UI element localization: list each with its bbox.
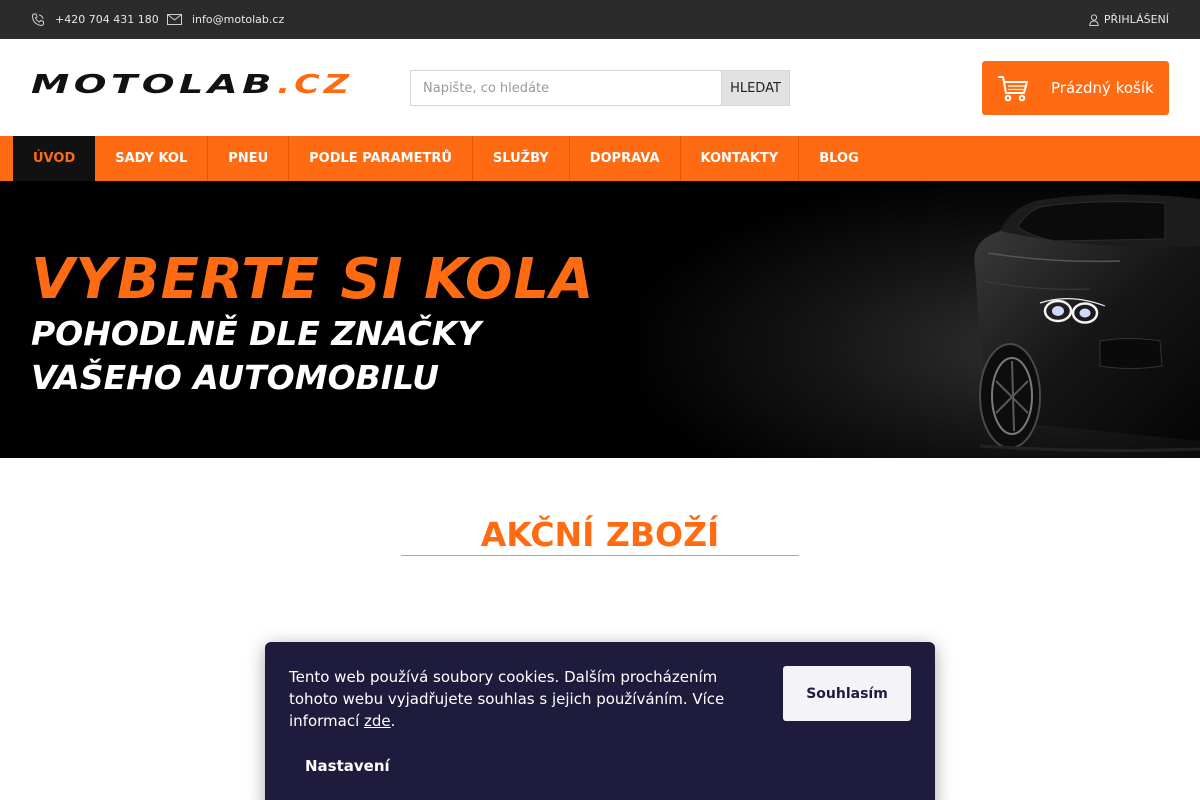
nav-item-podle-parametru[interactable]: PODLE PARAMETRŮ bbox=[289, 136, 473, 181]
car-image bbox=[940, 191, 1200, 458]
login-link[interactable]: PŘIHLÁŠENÍ bbox=[1089, 0, 1169, 39]
cart-label: Prázdný košík bbox=[1051, 79, 1154, 97]
phone-number: +420 704 431 180 bbox=[55, 13, 159, 26]
nav-item-sady-kol[interactable]: SADY KOL bbox=[95, 136, 209, 181]
user-icon bbox=[1089, 13, 1099, 26]
envelope-icon bbox=[167, 14, 182, 25]
main-nav: ÚVOD SADY KOL PNEU PODLE PARAMETRŮ SLUŽB… bbox=[0, 136, 1200, 181]
search-form: HLEDAT bbox=[410, 70, 790, 106]
svg-text:.CZ: .CZ bbox=[277, 71, 353, 100]
cookie-settings-button[interactable]: Nastavení bbox=[305, 757, 390, 775]
cookie-info-link[interactable]: zde bbox=[364, 712, 391, 730]
cookie-message: Tento web používá soubory cookies. Další… bbox=[289, 668, 725, 730]
nav-item-sluzby[interactable]: SLUŽBY bbox=[473, 136, 570, 181]
banner-headline: VYBERTE SI KOLA bbox=[31, 247, 595, 312]
cart-button[interactable]: Prázdný košík bbox=[982, 61, 1169, 115]
search-input[interactable] bbox=[410, 70, 721, 106]
cookie-banner: Tento web používá soubory cookies. Další… bbox=[265, 642, 935, 800]
header: MOTOLAB .CZ HLEDAT Prázdný košík bbox=[0, 39, 1200, 136]
hero-banner[interactable]: VYBERTE SI KOLA POHODLNĚ DLE ZNAČKY VAŠE… bbox=[0, 181, 1200, 458]
nav-item-pneu[interactable]: PNEU bbox=[208, 136, 290, 181]
cookie-agree-button[interactable]: Souhlasím bbox=[783, 666, 911, 721]
login-label: PŘIHLÁŠENÍ bbox=[1103, 13, 1169, 26]
nav-item-doprava[interactable]: DOPRAVA bbox=[570, 136, 681, 181]
section-title: AKČNÍ ZBOŽÍ bbox=[401, 515, 799, 556]
nav-item-kontakty[interactable]: KONTAKTY bbox=[681, 136, 800, 181]
topbar: +420 704 431 180 info@motolab.cz PŘIHLÁŠ… bbox=[0, 0, 1200, 39]
banner-subline-1: POHODLNĚ DLE ZNAČKY bbox=[31, 314, 482, 353]
phone-icon bbox=[31, 13, 45, 27]
banner-subline-2: VAŠEHO AUTOMOBILU bbox=[31, 358, 440, 397]
cookie-text: Tento web používá soubory cookies. Další… bbox=[289, 666, 749, 732]
email-contact[interactable]: info@motolab.cz bbox=[167, 0, 284, 39]
nav-item-uvod[interactable]: ÚVOD bbox=[13, 136, 96, 181]
search-button[interactable]: HLEDAT bbox=[721, 70, 790, 106]
svg-text:MOTOLAB: MOTOLAB bbox=[31, 71, 276, 100]
cookie-message-end: . bbox=[390, 712, 396, 730]
phone-contact[interactable]: +420 704 431 180 bbox=[31, 0, 159, 39]
nav-item-blog[interactable]: BLOG bbox=[799, 136, 878, 181]
cart-icon bbox=[997, 74, 1029, 102]
logo[interactable]: MOTOLAB .CZ bbox=[31, 70, 353, 101]
email-address: info@motolab.cz bbox=[192, 13, 285, 26]
